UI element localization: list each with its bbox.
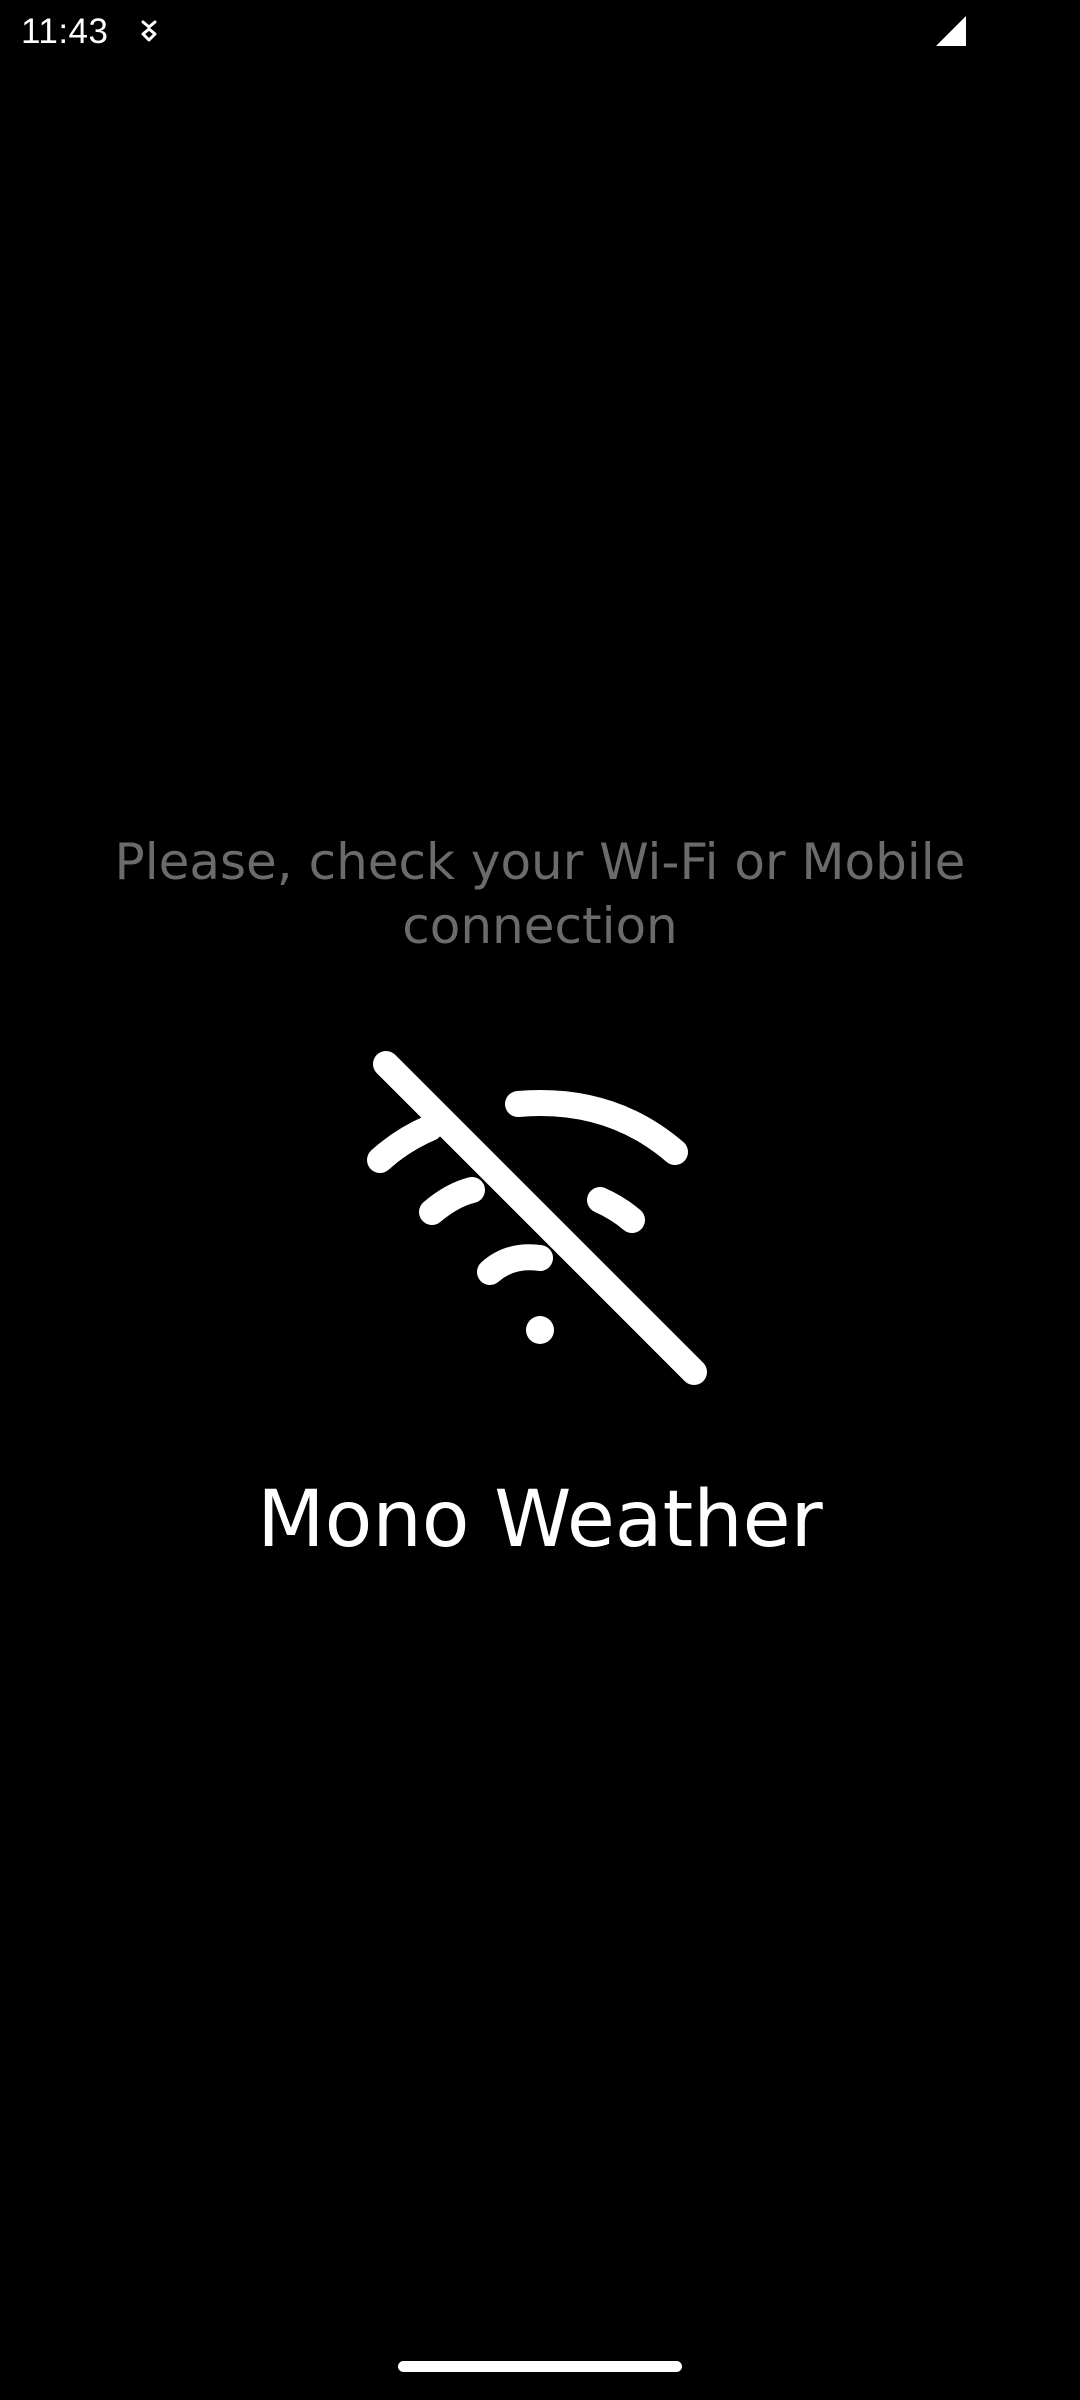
- connection-error-message: Please, check your Wi-Fi or Mobile conne…: [114, 833, 966, 955]
- navigation-handle[interactable]: [398, 2361, 682, 2372]
- status-time: 11:43: [21, 12, 109, 51]
- app-title: Mono Weather: [257, 1475, 823, 1565]
- status-bar: 11:43: [0, 0, 1080, 64]
- wifi-off-icon: [367, 1051, 707, 1385]
- cell-signal-icon: [936, 16, 966, 46]
- download-arrow-icon: [141, 20, 157, 42]
